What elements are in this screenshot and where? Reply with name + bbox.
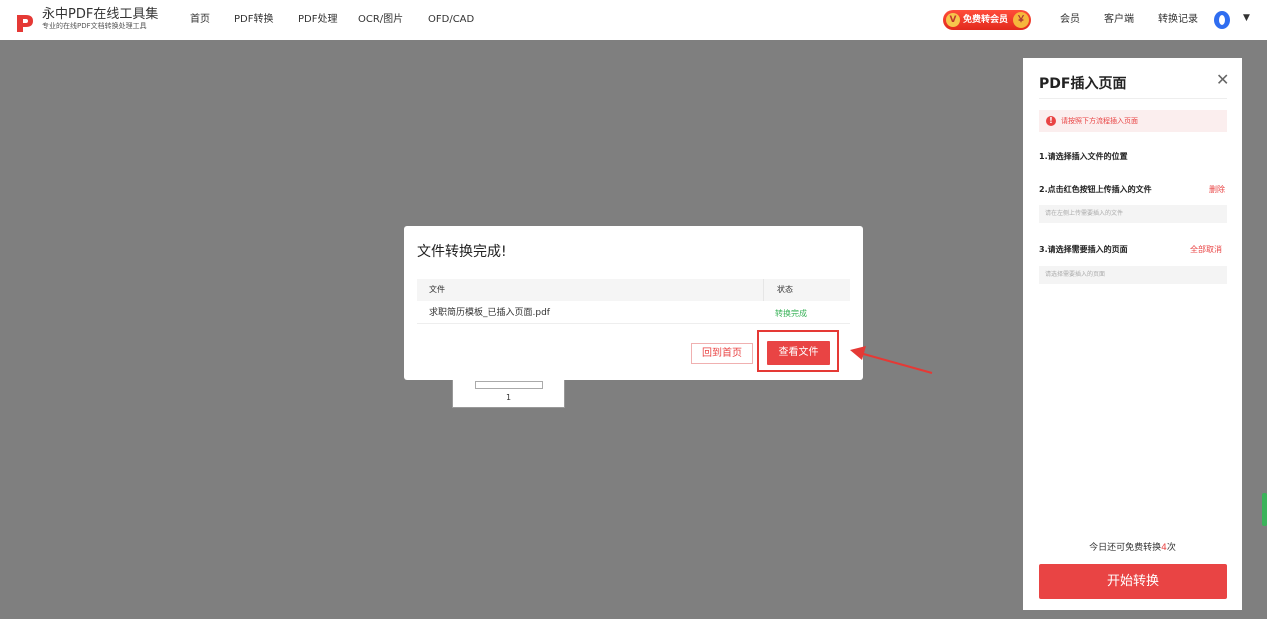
nav-history[interactable]: 转换记录 bbox=[1158, 14, 1198, 26]
page-select-placeholder: 请选择需要插入的页面 bbox=[1045, 271, 1106, 278]
avatar[interactable] bbox=[1214, 11, 1230, 29]
start-convert-button[interactable]: 开始转换 bbox=[1039, 564, 1227, 599]
step-2-label: 2.点击红色按钮上传插入的文件 bbox=[1039, 185, 1152, 194]
nav-ocr-image[interactable]: OCR/图片 bbox=[358, 14, 403, 26]
insert-page-panel: PDF插入页面 ✕ ! 请按照下方流程插入页面 1.请选择插入文件的位置 2.点… bbox=[1023, 58, 1242, 610]
divider bbox=[1039, 98, 1227, 99]
back-home-label: 回到首页 bbox=[702, 348, 742, 359]
page-select-field[interactable]: 请选择需要插入的页面 bbox=[1039, 266, 1227, 284]
column-divider bbox=[763, 279, 764, 301]
nav-client[interactable]: 客户端 bbox=[1104, 14, 1134, 26]
back-home-button[interactable]: 回到首页 bbox=[691, 343, 753, 364]
top-navbar: 永中PDF在线工具集 专业的在线PDF文档转换处理工具 首页 PDF转换 PDF… bbox=[0, 0, 1267, 40]
alert-text: 请按照下方流程插入页面 bbox=[1061, 117, 1138, 125]
nav-member[interactable]: 会员 bbox=[1060, 14, 1080, 26]
start-convert-label: 开始转换 bbox=[1106, 574, 1159, 589]
step-3-label: 3.请选择需要插入的页面 bbox=[1039, 245, 1128, 254]
page-thumbnail-toolbar bbox=[475, 381, 543, 389]
page-number: 1 bbox=[505, 393, 512, 402]
free-vip-button[interactable]: V 免费转会员 ￥ bbox=[943, 10, 1031, 30]
close-icon[interactable]: ✕ bbox=[1216, 70, 1229, 89]
nav-pdf-process[interactable]: PDF处理 bbox=[298, 14, 337, 26]
remaining-count-text: 今日还可免费转换4次 bbox=[1023, 542, 1242, 554]
table-header: 文件 状态 bbox=[417, 279, 850, 301]
step-1-label: 1.请选择插入文件的位置 bbox=[1039, 152, 1128, 161]
delete-link[interactable]: 删除 bbox=[1209, 185, 1225, 195]
cancel-all-link[interactable]: 全部取消 bbox=[1190, 245, 1222, 255]
column-file: 文件 bbox=[429, 285, 445, 294]
alert-icon: ! bbox=[1046, 116, 1056, 126]
nav-home[interactable]: 首页 bbox=[190, 14, 210, 26]
logo-title: 永中PDF在线工具集 bbox=[42, 7, 159, 22]
remaining-prefix: 今日还可免费转换 bbox=[1089, 543, 1162, 553]
table-row: 求职简历模板_已插入页面.pdf 转换完成 bbox=[417, 301, 850, 324]
panel-alert: ! 请按照下方流程插入页面 bbox=[1039, 110, 1227, 132]
arrow-icon bbox=[850, 346, 933, 374]
nav-ofd-cad[interactable]: OFD/CAD bbox=[428, 14, 474, 26]
upload-file-placeholder: 请在左侧上传需要插入的文件 bbox=[1045, 210, 1124, 217]
dialog-title: 文件转换完成! bbox=[417, 244, 507, 260]
highlight-box bbox=[757, 330, 839, 372]
free-vip-label: 免费转会员 bbox=[963, 15, 1009, 25]
vip-icon: V bbox=[946, 13, 960, 27]
remaining-suffix: 次 bbox=[1166, 543, 1176, 553]
side-scroll-handle[interactable] bbox=[1262, 493, 1267, 526]
logo[interactable]: 永中PDF在线工具集 专业的在线PDF文档转换处理工具 bbox=[42, 7, 158, 31]
logo-icon[interactable] bbox=[14, 11, 36, 33]
column-status: 状态 bbox=[777, 285, 793, 294]
upload-file-field[interactable]: 请在左侧上传需要插入的文件 bbox=[1039, 205, 1227, 223]
file-name: 求职简历模板_已插入页面.pdf bbox=[429, 308, 550, 318]
status-badge: 转换完成 bbox=[775, 309, 807, 318]
logo-subtitle: 专业的在线PDF文档转换处理工具 bbox=[42, 22, 147, 30]
chevron-down-icon[interactable]: ▼ bbox=[1243, 13, 1250, 23]
vip-badge-icon: ￥ bbox=[1013, 12, 1029, 28]
panel-title: PDF插入页面 bbox=[1039, 76, 1127, 92]
nav-pdf-convert[interactable]: PDF转换 bbox=[234, 14, 273, 26]
page-thumbnail[interactable]: 1 bbox=[452, 378, 565, 408]
